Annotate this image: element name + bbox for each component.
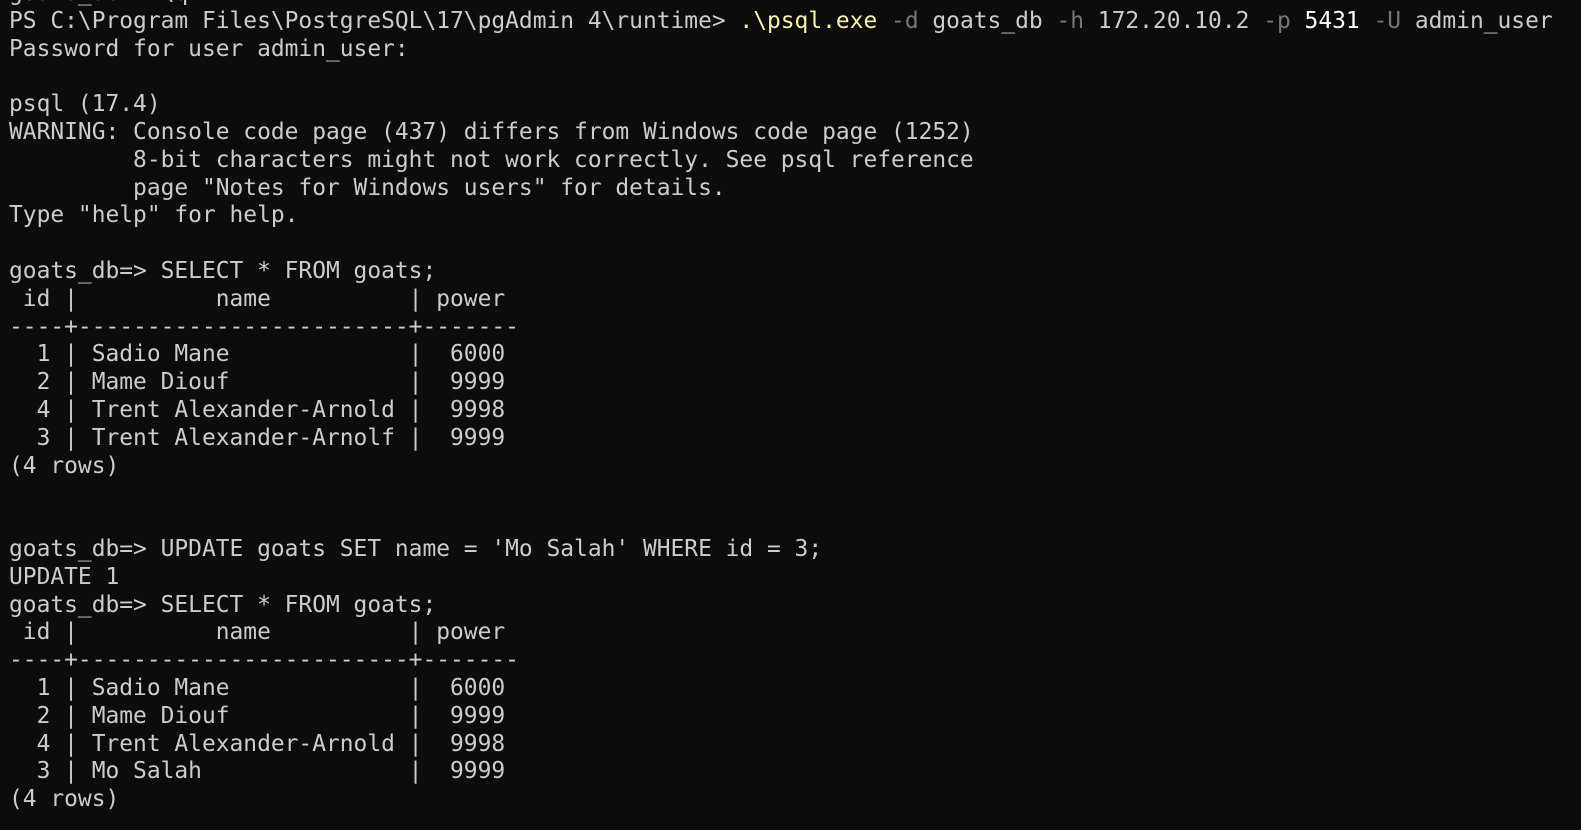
terminal-line: (4 rows): [9, 786, 1553, 814]
terminal-text-segment: 5431: [1290, 7, 1360, 34]
terminal-line: 2 | Mame Diouf | 9999: [9, 369, 1553, 397]
terminal-line: 3 | Trent Alexander-Arnolf | 9999: [9, 425, 1553, 453]
terminal-text-segment: -d: [877, 7, 919, 34]
terminal-text-segment: .\psql.exe: [739, 7, 878, 34]
terminal-text-segment: 3 | Mo Salah | 9999: [9, 758, 506, 785]
terminal-line: 8-bit characters might not work correctl…: [9, 147, 1553, 175]
terminal-text-segment: WARNING: Console code page (437) differs…: [9, 118, 974, 145]
terminal-text-segment: Password for user admin_user:: [9, 35, 409, 62]
terminal-line: goats_db=> UPDATE goats SET name = 'Mo S…: [9, 536, 1553, 564]
terminal-line: PS C:\Program Files\PostgreSQL\17\pgAdmi…: [9, 8, 1553, 36]
terminal-text-segment: goats_db: [918, 7, 1043, 34]
terminal-text-segment: goats_db=> UPDATE goats SET name = 'Mo S…: [9, 535, 823, 562]
terminal-text-segment: goats_db=> SELECT * FROM goats;: [9, 257, 437, 284]
terminal-text-segment: admin_user: [1401, 7, 1553, 34]
terminal-text-segment: ----+------------------------+-------: [9, 313, 519, 340]
terminal-line: UPDATE 1: [9, 564, 1553, 592]
terminal-text-segment: (4 rows): [9, 786, 120, 813]
terminal-line: WARNING: Console code page (437) differs…: [9, 119, 1553, 147]
terminal-text-segment: UPDATE 1: [9, 563, 120, 590]
terminal-line: goats_db=> SELECT * FROM goats;: [9, 592, 1553, 620]
terminal-text-segment: 2 | Mame Diouf | 9999: [9, 369, 506, 396]
terminal-line: 3 | Mo Salah | 9999: [9, 758, 1553, 786]
terminal-line: 4 | Trent Alexander-Arnold | 9998: [9, 397, 1553, 425]
terminal-text-segment: 172.20.10.2: [1084, 7, 1250, 34]
terminal-text-segment: 1 | Sadio Mane | 6000: [9, 341, 506, 368]
terminal-text-segment: page "Notes for Windows users" for detai…: [9, 174, 726, 201]
terminal-line: 1 | Sadio Mane | 6000: [9, 341, 1553, 369]
terminal-text-segment: ----+------------------------+-------: [9, 647, 519, 674]
terminal-text-segment: id | name | power: [9, 619, 506, 646]
terminal-text-segment: Type "help" for help.: [9, 202, 299, 229]
terminal-line: id | name | power: [9, 286, 1553, 314]
terminal-output: goats_db-> \qPS C:\Program Files\Postgre…: [9, 0, 1553, 814]
terminal-line: id | name | power: [9, 619, 1553, 647]
terminal-line: 4 | Trent Alexander-Arnold | 9998: [9, 731, 1553, 759]
terminal-text-segment: PS C:\Program Files\PostgreSQL\17\pgAdmi…: [9, 7, 740, 34]
terminal-text-segment: 2 | Mame Diouf | 9999: [9, 702, 506, 729]
terminal-text-segment: 4 | Trent Alexander-Arnold | 9998: [9, 396, 506, 423]
terminal-line: 1 | Sadio Mane | 6000: [9, 675, 1553, 703]
terminal-line: Password for user admin_user:: [9, 36, 1553, 64]
terminal-line: ----+------------------------+-------: [9, 647, 1553, 675]
terminal-text-segment: -p: [1249, 7, 1291, 34]
terminal-text-segment: 4 | Trent Alexander-Arnold | 9998: [9, 730, 506, 757]
terminal-window[interactable]: goats_db-> \qPS C:\Program Files\Postgre…: [0, 0, 1581, 830]
terminal-line: goats_db=> SELECT * FROM goats;: [9, 258, 1553, 286]
terminal-text-segment: 3 | Trent Alexander-Arnolf | 9999: [9, 424, 506, 451]
terminal-text-segment: (4 rows): [9, 452, 120, 479]
terminal-line: page "Notes for Windows users" for detai…: [9, 175, 1553, 203]
terminal-text-segment: psql (17.4): [9, 91, 161, 118]
terminal-line: goats_db-> \q: [9, 0, 1553, 8]
terminal-line: 2 | Mame Diouf | 9999: [9, 703, 1553, 731]
terminal-text-segment: id | name | power: [9, 285, 506, 312]
terminal-text-segment: goats_db-> \q: [9, 0, 188, 6]
terminal-line: Type "help" for help.: [9, 202, 1553, 230]
terminal-text-segment: 8-bit characters might not work correctl…: [9, 146, 974, 173]
terminal-line: (4 rows): [9, 453, 1553, 481]
terminal-line: ----+------------------------+-------: [9, 314, 1553, 342]
terminal-line: psql (17.4): [9, 91, 1553, 119]
terminal-text-segment: -h: [1042, 7, 1085, 34]
terminal-text-segment: -U: [1359, 7, 1402, 34]
terminal-text-segment: 1 | Sadio Mane | 6000: [9, 674, 506, 701]
terminal-text-segment: goats_db=> SELECT * FROM goats;: [9, 591, 437, 618]
